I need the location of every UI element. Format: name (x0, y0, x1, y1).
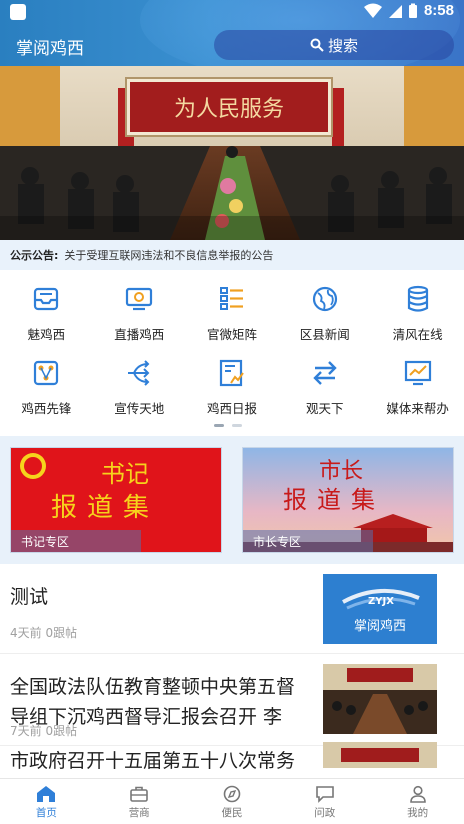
tab-label: 首页 (35, 807, 57, 819)
grid-item-label: 宣传天地 (114, 401, 165, 416)
grid-item-county-news[interactable]: 区县新闻 (278, 276, 371, 350)
bottom-tab-bar: 首页 营商 便民 问政 我的 (0, 778, 464, 824)
inbox-icon (34, 287, 59, 311)
tab-home[interactable]: 首页 (0, 779, 93, 824)
notice-bar[interactable]: 公示公告: 关于受理互联网违法和不良信息举报的公告 (0, 240, 464, 270)
database-icon (407, 285, 428, 312)
grid-item-mei-jixi[interactable]: 魅鸡西 (0, 276, 93, 350)
compass-icon (223, 785, 241, 803)
status-bar: 8:58 (0, 0, 464, 24)
news-thumbnail (323, 742, 437, 768)
grid-item-label: 媒体来帮办 (386, 401, 449, 416)
secretary-caption: 书记专区 (11, 530, 142, 552)
search-button[interactable]: 搜索 (214, 30, 454, 60)
notice-label: 公示公告: (10, 249, 59, 262)
thumb-brand-text: 掌阅鸡西 (354, 618, 406, 634)
tab-inquiry[interactable]: 问政 (278, 779, 371, 824)
news-time: 7天前 (10, 724, 42, 738)
banner-slogan: 为人民服务 (174, 97, 284, 122)
search-label: 搜索 (327, 36, 358, 55)
grid-item-label: 魅鸡西 (27, 327, 66, 342)
special-columns: 书记 报道集 书记专区 市长 报道集 市长专区 (0, 436, 464, 564)
news-thumbnail (323, 664, 437, 734)
tab-label: 便民 (221, 807, 243, 819)
grid-item-official-matrix[interactable]: 官微矩阵 (186, 276, 279, 350)
tab-business[interactable]: 营商 (93, 779, 186, 824)
grid-item-label: 官微矩阵 (206, 327, 257, 342)
news-title: 市政府召开十五届第五十八次常务 (10, 750, 296, 770)
tab-label: 问政 (314, 807, 336, 819)
tab-services[interactable]: 便民 (186, 779, 279, 824)
network-icon (34, 360, 59, 386)
mayor-caption: 市长专区 (243, 530, 374, 552)
page-indicator (214, 424, 242, 427)
grid-item-label: 观天下 (306, 401, 344, 416)
grid-item-label: 直播鸡西 (114, 327, 165, 342)
news-item[interactable]: 全国政法队伍教育整顿中央第五督导组下沉鸡西督导汇报会召开 李 7天前 0跟帖 (0, 654, 464, 746)
matrix-icon (219, 287, 243, 310)
share-icon (128, 360, 150, 386)
app-title: 掌阅鸡西 (16, 39, 84, 59)
search-icon (310, 38, 324, 52)
mayor-title-line1: 市长 (319, 459, 363, 484)
news-follows: 0跟帖 (45, 626, 78, 640)
mayor-column-card[interactable]: 市长 报道集 市长专区 (242, 447, 454, 553)
grid-item-publicity[interactable]: 宣传天地 (93, 350, 186, 424)
user-icon (409, 785, 426, 803)
message-icon (315, 786, 334, 803)
chart-icon (404, 360, 431, 386)
briefcase-icon (130, 786, 148, 802)
tab-mine[interactable]: 我的 (371, 779, 464, 824)
tab-label: 营商 (128, 807, 150, 819)
notification-icon (10, 4, 26, 20)
battery-icon (408, 3, 417, 18)
home-icon (37, 786, 56, 802)
news-follows: 0跟帖 (45, 724, 78, 738)
news-time: 4天前 (10, 626, 42, 640)
feature-grid: 魅鸡西 直播鸡西 官微矩阵 区县新闻 清风在线 鸡西先锋 宣传天地 鸡西日报 观… (0, 276, 464, 424)
mayor-title-line2: 报道集 (283, 486, 385, 514)
news-thumbnail: ZYJX 掌阅鸡西 (323, 574, 437, 644)
notice-text[interactable]: 关于受理互联网违法和不良信息举报的公告 (64, 247, 273, 263)
secretary-title-line2: 报道集 (51, 493, 159, 523)
globe-icon (312, 286, 337, 312)
wifi-icon (363, 3, 382, 18)
grid-item-label: 清风在线 (392, 327, 443, 342)
grid-item-jixi-pioneer[interactable]: 鸡西先锋 (0, 350, 93, 424)
news-item[interactable]: 测试 4天前 0跟帖 ZYJX 掌阅鸡西 (0, 564, 464, 654)
news-meta: 4天前 0跟帖 (10, 624, 77, 641)
grid-item-clean-wind[interactable]: 清风在线 (371, 276, 464, 350)
secretary-title-line1: 书记 (101, 460, 149, 488)
banner-image: 为人民服务 (0, 66, 464, 240)
swap-icon (313, 361, 337, 385)
banner-carousel[interactable]: 为人民服务 (0, 66, 464, 240)
tv-icon (126, 287, 153, 311)
signal-icon (388, 4, 402, 18)
grid-item-label: 鸡西日报 (206, 401, 257, 416)
app-header: 8:58 掌阅鸡西 搜索 (0, 0, 464, 66)
grid-item-jixi-daily[interactable]: 鸡西日报 (186, 350, 279, 424)
news-meta: 7天前 0跟帖 (10, 722, 77, 739)
grid-item-live-jixi[interactable]: 直播鸡西 (93, 276, 186, 350)
secretary-column-card[interactable]: 书记 报道集 书记专区 (10, 447, 222, 553)
news-title: 测试 (10, 586, 49, 608)
grid-item-label: 鸡西先锋 (21, 401, 72, 416)
grid-item-media-help[interactable]: 媒体来帮办 (371, 350, 464, 424)
grid-item-world-view[interactable]: 观天下 (278, 350, 371, 424)
grid-item-label: 区县新闻 (299, 327, 350, 342)
newspaper-icon (219, 359, 244, 387)
tab-label: 我的 (407, 807, 429, 819)
clock: 8:58 (423, 2, 454, 19)
thumb-logo-text: ZYJX (368, 596, 394, 607)
